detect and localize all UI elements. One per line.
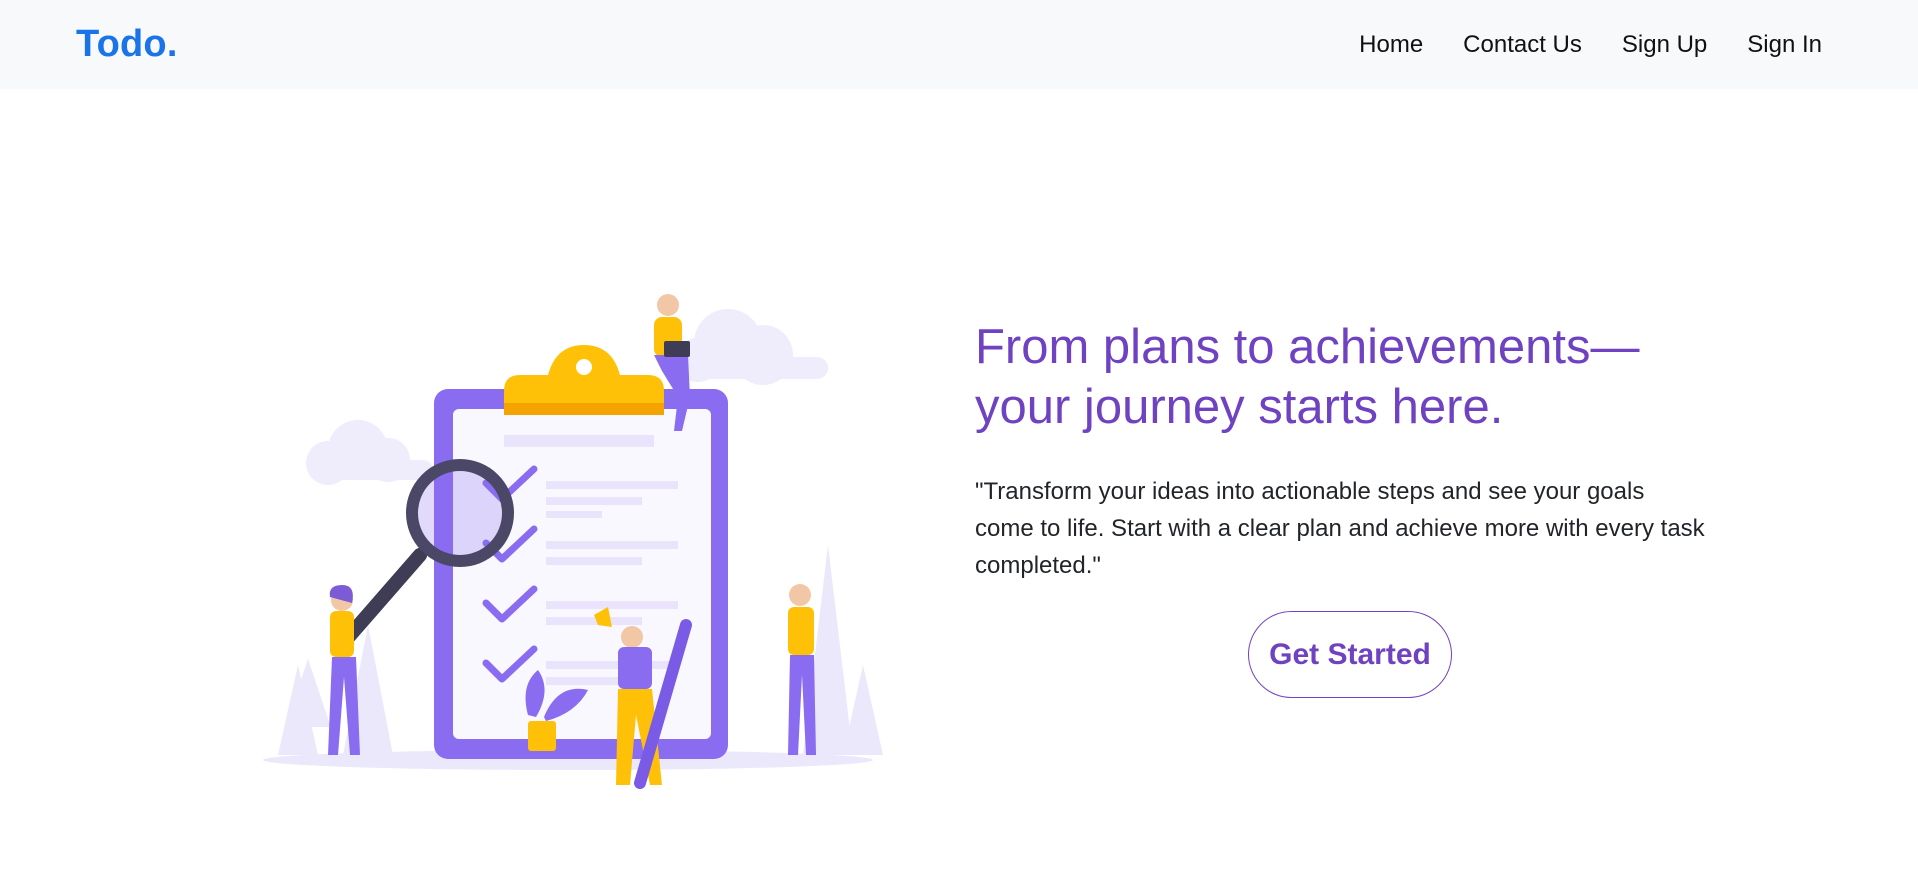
get-started-button[interactable]: Get Started [1248,611,1452,698]
hero-headline: From plans to achievements— your journey… [975,317,1705,437]
hero-section: From plans to achievements— your journey… [0,89,1918,870]
todo-checklist-illustration-icon [263,294,883,789]
nav-link-sign-up[interactable]: Sign Up [1622,31,1707,59]
hero-headline-line1: From plans to achievements— [975,320,1640,374]
nav-link-home[interactable]: Home [1359,31,1423,59]
nav-links: Home Contact Us Sign Up Sign In [1359,31,1822,59]
nav-link-sign-in[interactable]: Sign In [1747,31,1822,59]
hero-copy: From plans to achievements— your journey… [975,317,1705,584]
hero-quote: "Transform your ideas into actionable st… [975,478,1705,579]
nav-link-contact-us[interactable]: Contact Us [1463,31,1582,59]
brand-logo[interactable]: Todo. [76,23,178,66]
top-navbar: Todo. Home Contact Us Sign Up Sign In [0,0,1918,89]
cta-wrapper: Get Started [1248,611,1452,698]
hero-headline-line2: your journey starts here. [975,380,1504,434]
